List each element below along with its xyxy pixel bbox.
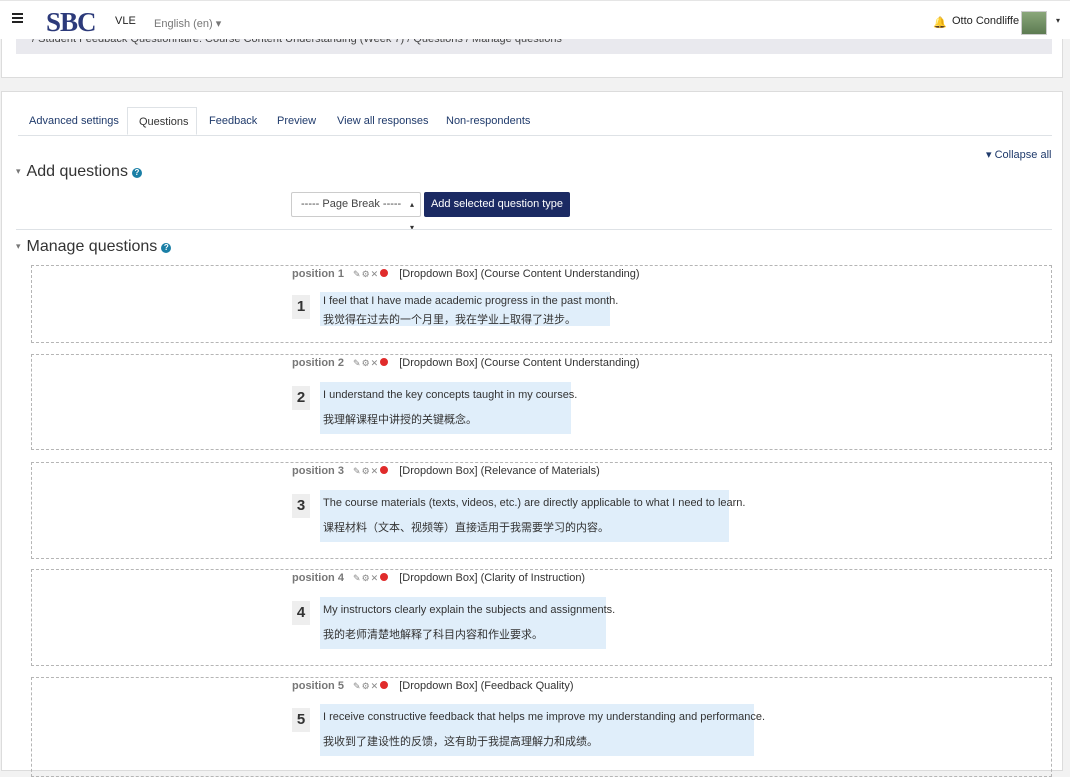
tab-questions[interactable]: Questions	[127, 107, 197, 135]
question-item: position 3 ✎⚙✕ [Dropdown Box] (Relevance…	[31, 462, 1052, 559]
question-number: 3	[292, 494, 310, 518]
help-icon[interactable]: ?	[161, 243, 172, 253]
question-header: position 5 ✎⚙✕ [Dropdown Box] (Feedback …	[292, 680, 574, 692]
delete-icon[interactable]: ✕	[371, 466, 380, 476]
required-icon[interactable]	[380, 358, 389, 366]
required-icon[interactable]	[380, 573, 389, 581]
section-divider	[16, 229, 1052, 230]
question-item: position 1 ✎⚙✕ [Dropdown Box] (Course Co…	[31, 265, 1052, 343]
collapse-icon: ▾	[16, 241, 21, 251]
edit-icon[interactable]: ✎	[353, 573, 362, 583]
collapse-icon: ▾	[986, 149, 992, 161]
question-type-select-value: ----- Page Break -----	[301, 198, 402, 210]
select-arrows-icon: ▴ ▾	[409, 200, 414, 232]
question-header: position 2 ✎⚙✕ [Dropdown Box] (Course Co…	[292, 357, 640, 369]
question-item: position 2 ✎⚙✕ [Dropdown Box] (Course Co…	[31, 354, 1052, 450]
user-name[interactable]: Otto Condliffe	[952, 15, 1019, 27]
delete-icon[interactable]: ✕	[371, 573, 380, 583]
question-text-zh: 我觉得在过去的一个月里，我在学业上取得了进步。	[323, 314, 576, 326]
gear-icon[interactable]: ⚙	[362, 573, 371, 583]
question-text-en: I feel that I have made academic progres…	[323, 295, 619, 307]
question-type: [Dropdown Box] (Course Content Understan…	[399, 268, 640, 280]
question-item: position 4 ✎⚙✕ [Dropdown Box] (Clarity o…	[31, 569, 1052, 666]
question-item: position 5 ✎⚙✕ [Dropdown Box] (Feedback …	[31, 677, 1052, 777]
collapse-icon: ▾	[16, 166, 21, 176]
question-type: [Dropdown Box] (Relevance of Materials)	[399, 465, 600, 477]
question-text: The course materials (texts, videos, etc…	[320, 490, 745, 542]
edit-icon[interactable]: ✎	[353, 358, 362, 368]
question-number: 5	[292, 708, 310, 732]
required-icon[interactable]	[380, 681, 389, 689]
language-menu[interactable]: English (en) ▾	[154, 17, 221, 30]
question-number: 2	[292, 386, 310, 410]
question-position: position 2	[292, 357, 344, 369]
gear-icon[interactable]: ⚙	[362, 269, 371, 279]
question-type: [Dropdown Box] (Course Content Understan…	[399, 357, 640, 369]
help-icon[interactable]: ?	[131, 168, 142, 178]
notification-icon[interactable]: 🔔	[933, 16, 947, 29]
question-text-en: My instructors clearly explain the subje…	[323, 604, 616, 616]
question-text: I feel that I have made academic progres…	[320, 292, 618, 326]
gear-icon[interactable]: ⚙	[362, 466, 371, 476]
required-icon[interactable]	[380, 269, 389, 277]
question-header: position 3 ✎⚙✕ [Dropdown Box] (Relevance…	[292, 465, 600, 477]
collapse-all-link[interactable]: ▾ Collapse all	[986, 148, 1051, 161]
menu-icon[interactable]	[12, 13, 23, 24]
manage-questions-header[interactable]: ▾ Manage questions?	[16, 238, 172, 256]
gear-icon[interactable]: ⚙	[362, 681, 371, 691]
question-text-en: I understand the key concepts taught in …	[323, 389, 578, 401]
tab-view-all-responses[interactable]: View all responses	[326, 107, 440, 135]
edit-icon[interactable]: ✎	[353, 466, 362, 476]
question-text: My instructors clearly explain the subje…	[320, 597, 615, 649]
delete-icon[interactable]: ✕	[371, 269, 380, 279]
question-header: position 1 ✎⚙✕ [Dropdown Box] (Course Co…	[292, 268, 640, 280]
question-text-en: I receive constructive feedback that hel…	[323, 711, 766, 723]
collapse-all-label: Collapse all	[994, 149, 1052, 161]
question-position: position 5	[292, 680, 344, 692]
tab-non-respondents[interactable]: Non-respondents	[435, 107, 541, 135]
main-content: Advanced settings Questions Feedback Pre…	[1, 91, 1063, 777]
question-position: position 3	[292, 465, 344, 477]
edit-icon[interactable]: ✎	[353, 681, 362, 691]
manage-questions-title: Manage questions	[26, 238, 158, 255]
add-question-button[interactable]: Add selected question type	[424, 192, 570, 217]
chevron-down-icon: ▾	[215, 18, 222, 30]
site-logo-suffix[interactable]: VLE	[115, 15, 136, 27]
tab-advanced-settings[interactable]: Advanced settings	[18, 107, 130, 135]
question-header: position 4 ✎⚙✕ [Dropdown Box] (Clarity o…	[292, 572, 585, 584]
navbar: SBC VLE English (en) ▾ 🔔 Otto Condliffe …	[0, 0, 1070, 39]
question-type: [Dropdown Box] (Clarity of Instruction)	[399, 572, 586, 584]
question-position: position 1	[292, 268, 344, 280]
question-text-zh: 我理解课程中讲授的关键概念。	[323, 414, 477, 426]
avatar[interactable]	[1021, 11, 1047, 35]
edit-icon[interactable]: ✎	[353, 269, 362, 279]
site-logo[interactable]: SBC	[46, 7, 97, 38]
question-text: I receive constructive feedback that hel…	[320, 704, 765, 756]
language-label: English (en)	[154, 18, 213, 30]
question-text-en: The course materials (texts, videos, etc…	[323, 497, 746, 509]
add-questions-title: Add questions	[26, 163, 128, 180]
question-type-select[interactable]: ----- Page Break ----- ▴ ▾	[291, 192, 421, 232]
chevron-down-icon[interactable]: ▾	[1056, 16, 1060, 25]
question-text-zh: 我收到了建设性的反馈，这有助于我提高理解力和成绩。	[323, 736, 598, 748]
question-text-zh: 我的老师清楚地解释了科目内容和作业要求。	[323, 629, 543, 641]
delete-icon[interactable]: ✕	[371, 358, 380, 368]
delete-icon[interactable]: ✕	[371, 681, 380, 691]
tab-feedback[interactable]: Feedback	[198, 107, 268, 135]
gear-icon[interactable]: ⚙	[362, 358, 371, 368]
tab-bar: Advanced settings Questions Feedback Pre…	[18, 107, 1052, 136]
required-icon[interactable]	[380, 466, 389, 474]
add-questions-header[interactable]: ▾ Add questions?	[16, 163, 142, 181]
question-text-zh: 课程材料（文本、视频等）直接适用于我需要学习的内容。	[323, 522, 609, 534]
tab-preview[interactable]: Preview	[266, 107, 327, 135]
question-text: I understand the key concepts taught in …	[320, 382, 577, 434]
question-number: 4	[292, 601, 310, 625]
question-type: [Dropdown Box] (Feedback Quality)	[399, 680, 574, 692]
question-number: 1	[292, 295, 310, 319]
question-position: position 4	[292, 572, 344, 584]
